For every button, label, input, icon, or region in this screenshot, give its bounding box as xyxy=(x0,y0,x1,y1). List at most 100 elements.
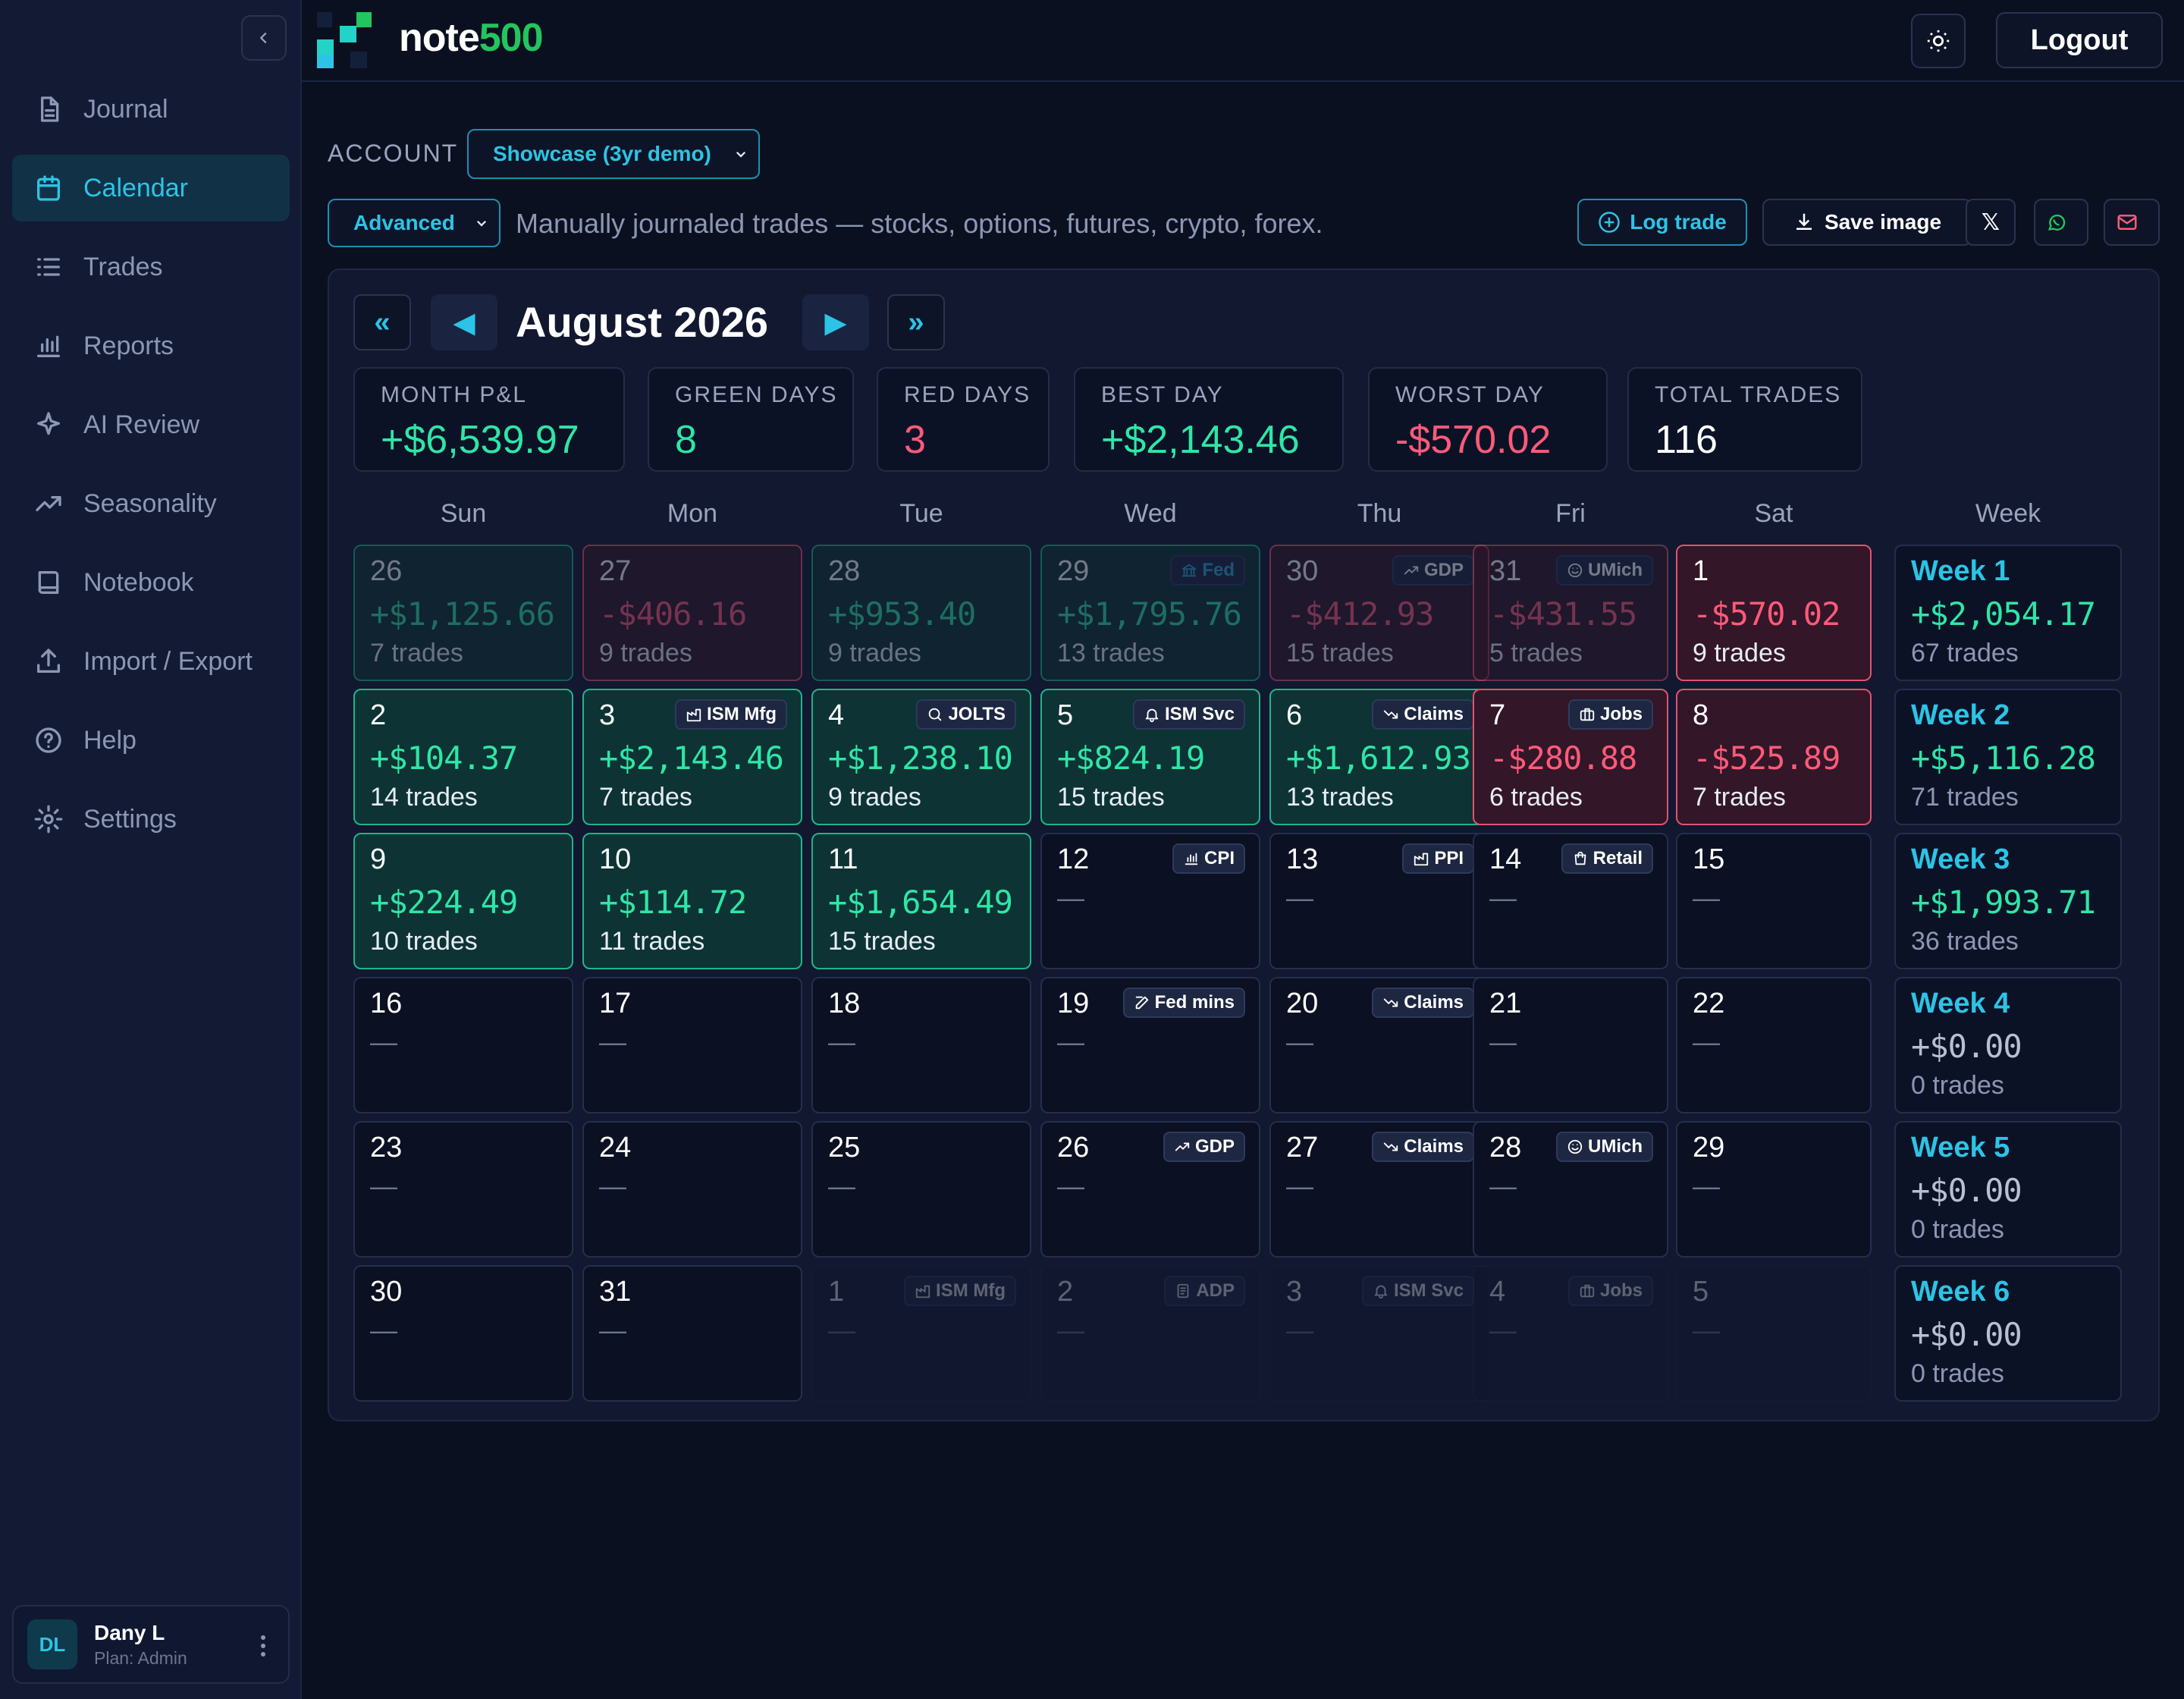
event-badge[interactable]: UMich xyxy=(1556,555,1653,586)
sidebar-item-calendar[interactable]: Calendar xyxy=(12,155,290,221)
day-cell[interactable]: 23 — xyxy=(353,1121,573,1258)
weekday-wed: Wed xyxy=(1124,499,1177,528)
day-cell[interactable]: 15 — xyxy=(1676,833,1872,969)
logout-button[interactable]: Logout xyxy=(1996,12,2163,68)
day-cell[interactable]: 9 +$224.49 10 trades xyxy=(353,833,573,969)
mode-select[interactable]: Advanced xyxy=(328,199,500,247)
day-cell[interactable]: 5 +$824.19 15 trades ISM Svc xyxy=(1040,689,1260,825)
save-image-button[interactable]: Save image xyxy=(1762,199,1972,246)
day-cell[interactable]: 14— Retail xyxy=(1473,833,1668,969)
week-summary: Week 2 +$5,116.28 71 trades xyxy=(1894,689,2122,825)
day-cell[interactable]: 26— GDP xyxy=(1040,1121,1260,1258)
event-badge[interactable]: Claims xyxy=(1372,988,1474,1018)
day-cell[interactable]: 17 — xyxy=(582,977,802,1113)
day-cell[interactable]: 21 — xyxy=(1473,977,1668,1113)
day-cell[interactable]: 31 -$431.55 5 trades UMich xyxy=(1473,545,1668,681)
sidebar-item-settings[interactable]: Settings xyxy=(12,786,290,853)
event-badge[interactable]: Fed xyxy=(1170,555,1245,586)
day-cell[interactable]: 29 +$1,795.76 13 trades Fed xyxy=(1040,545,1260,681)
sidebar-item-reports[interactable]: Reports xyxy=(12,312,290,379)
more-vertical-icon[interactable] xyxy=(259,1634,267,1658)
event-badge[interactable]: Jobs xyxy=(1567,699,1653,730)
last-month-button[interactable]: » xyxy=(887,294,945,350)
day-cell[interactable]: 29 — xyxy=(1676,1121,1872,1258)
day-trades: 5 trades xyxy=(1489,639,1583,667)
day-cell[interactable]: 2— ADP xyxy=(1040,1265,1260,1402)
theme-toggle-button[interactable] xyxy=(1911,14,1966,68)
sidebar-item-ai-review[interactable]: AI Review xyxy=(12,391,290,458)
day-cell[interactable]: 25 — xyxy=(811,1121,1031,1258)
event-badge[interactable]: Fed mins xyxy=(1122,988,1245,1018)
previous-month-button[interactable]: ◀ xyxy=(431,294,497,350)
event-badge[interactable]: GDP xyxy=(1392,555,1474,586)
event-badge[interactable]: ISM Mfg xyxy=(904,1276,1016,1306)
event-badge[interactable]: ADP xyxy=(1164,1276,1245,1306)
bar-chart-icon xyxy=(1185,853,1198,865)
day-cell[interactable]: 7 -$280.88 6 trades Jobs xyxy=(1473,689,1668,825)
day-cell[interactable]: 3 +$2,143.46 7 trades ISM Mfg xyxy=(582,689,802,825)
day-cell[interactable]: 4— Jobs xyxy=(1473,1265,1668,1402)
day-cell[interactable]: 16 — xyxy=(353,977,573,1113)
day-cell[interactable]: 19— Fed mins xyxy=(1040,977,1260,1113)
day-pnl: +$224.49 xyxy=(370,884,518,921)
day-cell[interactable]: 1 -$570.02 9 trades xyxy=(1676,545,1872,681)
day-cell[interactable]: 27 -$406.16 9 trades xyxy=(582,545,802,681)
day-cell[interactable]: 31 — xyxy=(582,1265,802,1402)
chevron-left-icon xyxy=(259,32,267,44)
sidebar-item-seasonality[interactable]: Seasonality xyxy=(12,470,290,537)
event-badge[interactable]: ISM Mfg xyxy=(675,699,787,730)
event-badge[interactable]: Jobs xyxy=(1567,1276,1653,1306)
day-trades: 15 trades xyxy=(1057,783,1165,812)
day-cell[interactable]: 12— CPI xyxy=(1040,833,1260,969)
day-cell[interactable]: 2 +$104.37 14 trades xyxy=(353,689,573,825)
event-badge[interactable]: UMich xyxy=(1556,1132,1653,1162)
event-badge[interactable]: GDP xyxy=(1163,1132,1245,1162)
trend-up-icon xyxy=(1175,1142,1190,1151)
share-email-button[interactable] xyxy=(2104,199,2160,246)
day-cell[interactable]: 11 +$1,654.49 15 trades xyxy=(811,833,1031,969)
day-cell[interactable]: 20— Claims xyxy=(1269,977,1489,1113)
day-cell[interactable]: 18 — xyxy=(811,977,1031,1113)
day-cell[interactable]: 26 +$1,125.66 7 trades xyxy=(353,545,573,681)
day-cell[interactable]: 5— xyxy=(1676,1265,1872,1402)
day-pnl: +$1,238.10 xyxy=(828,740,1013,777)
sidebar-item-help[interactable]: Help xyxy=(12,707,290,774)
user-card[interactable]: DL Dany L Plan: Admin xyxy=(12,1605,290,1684)
factory-icon xyxy=(1414,853,1429,866)
day-cell[interactable]: 22 — xyxy=(1676,977,1872,1113)
sidebar-item-trades[interactable]: Trades xyxy=(12,234,290,300)
collapse-sidebar-button[interactable] xyxy=(241,15,287,61)
log-trade-button[interactable]: Log trade xyxy=(1577,199,1747,246)
share-whatsapp-button[interactable] xyxy=(2034,199,2088,246)
sidebar-item-import-export[interactable]: Import / Export xyxy=(12,628,290,695)
next-month-button[interactable]: ▶ xyxy=(802,294,869,350)
sidebar-item-label: Notebook xyxy=(83,567,194,597)
event-badge[interactable]: PPI xyxy=(1402,843,1474,874)
account-select[interactable]: Showcase (3yr demo) xyxy=(467,129,760,179)
share-x-button[interactable]: 𝕏 xyxy=(1966,199,2016,246)
event-badge[interactable]: ISM Svc xyxy=(1361,1276,1474,1306)
day-cell[interactable]: 27— Claims xyxy=(1269,1121,1489,1258)
sidebar-item-notebook[interactable]: Notebook xyxy=(12,549,290,616)
day-cell[interactable]: 30 — xyxy=(353,1265,573,1402)
day-cell[interactable]: 30 -$412.93 15 trades GDP xyxy=(1269,545,1489,681)
day-cell[interactable]: 24 — xyxy=(582,1121,802,1258)
day-number: 16 xyxy=(370,988,403,1019)
day-cell[interactable]: 28 +$953.40 9 trades xyxy=(811,545,1031,681)
day-cell[interactable]: 13— PPI xyxy=(1269,833,1489,969)
event-badge[interactable]: JOLTS xyxy=(916,699,1016,730)
event-badge[interactable]: Retail xyxy=(1561,843,1653,874)
event-badge[interactable]: Claims xyxy=(1372,699,1474,730)
day-cell[interactable]: 8 -$525.89 7 trades xyxy=(1676,689,1872,825)
day-cell[interactable]: 6 +$1,612.93 13 trades Claims xyxy=(1269,689,1489,825)
first-month-button[interactable]: « xyxy=(353,294,411,350)
event-badge[interactable]: ISM Svc xyxy=(1132,699,1245,730)
event-badge[interactable]: CPI xyxy=(1172,843,1245,874)
day-cell[interactable]: 28— UMich xyxy=(1473,1121,1668,1258)
day-cell[interactable]: 10 +$114.72 11 trades xyxy=(582,833,802,969)
day-cell[interactable]: 1— ISM Mfg xyxy=(811,1265,1031,1402)
day-cell[interactable]: 4 +$1,238.10 9 trades JOLTS xyxy=(811,689,1031,825)
event-badge[interactable]: Claims xyxy=(1372,1132,1474,1162)
day-cell[interactable]: 3— ISM Svc xyxy=(1269,1265,1489,1402)
sidebar-item-journal[interactable]: Journal xyxy=(12,76,290,143)
